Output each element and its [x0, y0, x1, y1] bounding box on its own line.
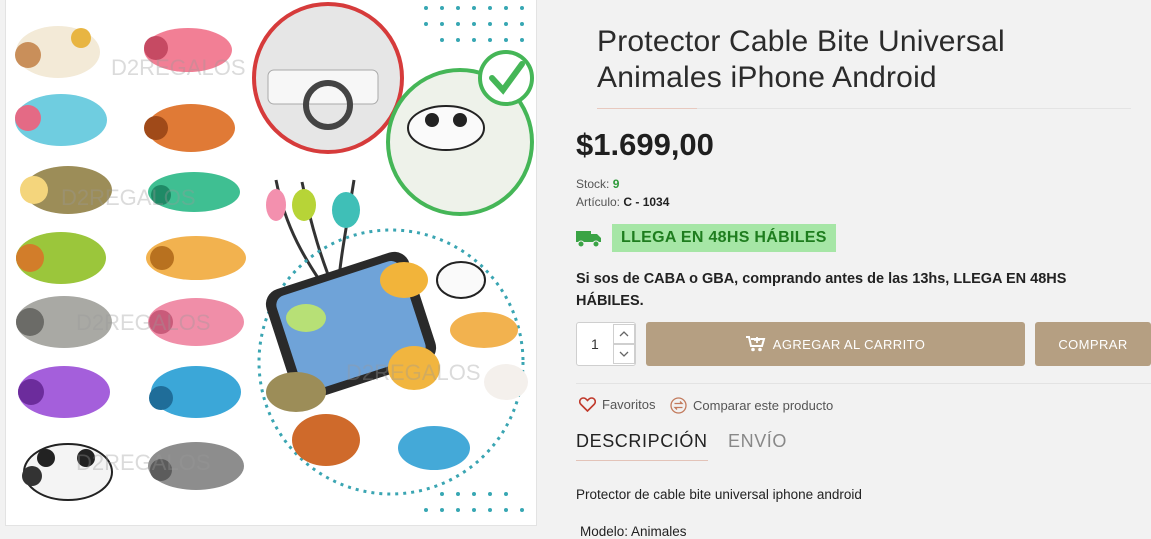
compare-icon	[670, 397, 687, 414]
chevron-up-icon	[619, 331, 629, 337]
sku-value: C - 1034	[623, 195, 670, 209]
quantity-increase-button[interactable]	[613, 324, 635, 344]
divider	[576, 383, 1151, 384]
stock-value: 9	[612, 177, 620, 191]
title-divider-accent	[597, 108, 697, 109]
favorites-link[interactable]: Favoritos	[579, 397, 655, 412]
product-price: $1.699,00	[576, 127, 714, 162]
compare-link[interactable]: Comparar este producto	[670, 397, 833, 414]
shipping-badge: LLEGA EN 48HS HÁBILES	[612, 224, 836, 252]
favorites-label: Favoritos	[602, 397, 656, 412]
buy-label: COMPRAR	[1058, 336, 1128, 352]
cart-icon	[745, 336, 766, 352]
chevron-down-icon	[619, 351, 629, 357]
description-model: Modelo: Animales	[580, 524, 687, 539]
description-text: Protector de cable bite universal iphone…	[576, 487, 862, 502]
quantity-input[interactable]: 1	[591, 336, 599, 352]
sku-line: Artículo: C - 1034	[576, 195, 669, 209]
add-to-cart-button[interactable]: AGREGAR AL CARRITO	[646, 322, 1025, 366]
product-image[interactable]: D2REGALOS D2REGALOS D2REGALOS D2REGALOS …	[5, 0, 537, 526]
sku-label: Artículo:	[576, 195, 621, 209]
quantity-stepper[interactable]: 1	[576, 322, 636, 366]
animal-protectors-grid	[15, 26, 246, 501]
shipping-notice: Si sos de CABA o GBA, comprando antes de…	[576, 271, 1067, 309]
product-title: Protector Cable Bite Universal Animales …	[597, 25, 1005, 94]
stock-label: Stock:	[576, 177, 610, 191]
tab-shipping[interactable]: ENVÍO	[728, 431, 787, 452]
compare-label: Comparar este producto	[693, 398, 834, 413]
buy-button[interactable]: COMPRAR	[1035, 322, 1151, 366]
watermark-text: D2REGALOS	[76, 450, 211, 475]
product-photo: D2REGALOS D2REGALOS D2REGALOS D2REGALOS …	[15, 2, 534, 512]
tab-description[interactable]: DESCRIPCIÓN	[576, 431, 708, 452]
quantity-decrease-button[interactable]	[613, 344, 635, 364]
stock-line: Stock: 9	[576, 177, 619, 191]
active-tab-indicator	[576, 460, 708, 461]
title-divider	[697, 108, 1131, 109]
add-to-cart-label: AGREGAR AL CARRITO	[772, 336, 926, 352]
watermark-text: D2REGALOS	[76, 310, 211, 335]
watermark-text: D2REGALOS	[346, 360, 481, 385]
watermark-text: D2REGALOS	[111, 55, 246, 80]
watermark-text: D2REGALOS	[61, 185, 196, 210]
truck-icon	[576, 231, 601, 248]
dot-pattern	[424, 6, 524, 42]
heart-icon	[579, 397, 596, 412]
